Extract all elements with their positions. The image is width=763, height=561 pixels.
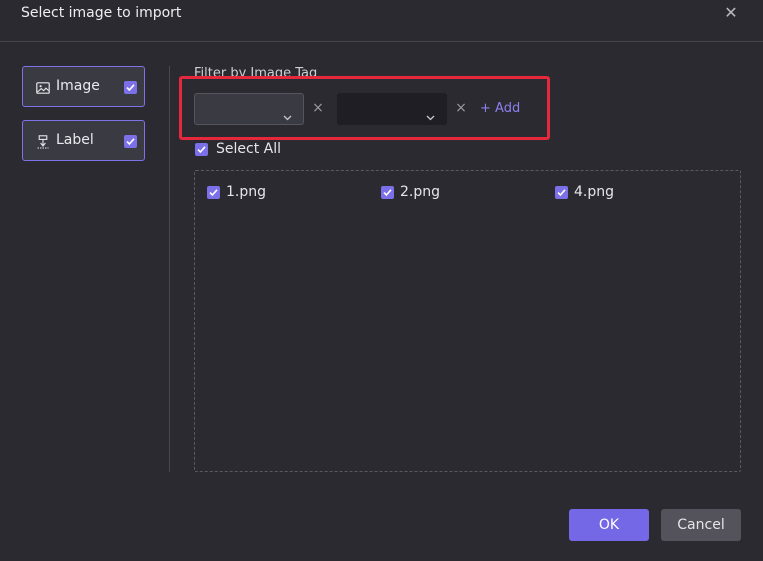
- file-checkbox[interactable]: [381, 186, 394, 199]
- sidebar-item-label[interactable]: Label: [22, 120, 145, 161]
- select-all-checkbox[interactable]: [195, 143, 208, 156]
- ok-button[interactable]: OK: [569, 509, 649, 541]
- label-checkbox[interactable]: [124, 135, 137, 148]
- file-name: 1.png: [226, 184, 267, 200]
- tag-select-1[interactable]: [194, 93, 304, 125]
- add-filter-button[interactable]: + Add: [480, 101, 520, 116]
- sidebar-item-label-text: Label: [56, 132, 94, 148]
- sidebar-item-image[interactable]: Image: [22, 66, 145, 107]
- close-icon[interactable]: ✕: [721, 3, 741, 23]
- label-icon: [36, 134, 50, 149]
- image-checkbox[interactable]: [124, 81, 137, 94]
- import-dialog: Select image to import ✕ Image Label Fil…: [0, 0, 763, 561]
- dialog-title: Select image to import: [21, 5, 182, 21]
- file-name: 4.png: [574, 184, 615, 200]
- file-name: 2.png: [400, 184, 441, 200]
- image-icon: [36, 80, 50, 94]
- sidebar-item-label: Image: [56, 78, 100, 94]
- chevron-down-icon: [426, 106, 435, 125]
- file-list: 1.png 2.png 4.png: [194, 170, 741, 472]
- dialog-header: Select image to import ✕: [0, 0, 763, 42]
- file-checkbox[interactable]: [555, 186, 568, 199]
- cancel-button[interactable]: Cancel: [661, 509, 741, 541]
- remove-filter-1-icon[interactable]: ×: [311, 100, 325, 116]
- select-all-label: Select All: [216, 141, 281, 157]
- chevron-down-icon: [283, 106, 292, 125]
- remove-filter-2-icon[interactable]: ×: [454, 100, 468, 116]
- vertical-divider: [169, 66, 170, 472]
- file-checkbox[interactable]: [207, 186, 220, 199]
- tag-select-2[interactable]: [337, 93, 447, 125]
- filter-label: Filter by Image Tag: [194, 66, 318, 76]
